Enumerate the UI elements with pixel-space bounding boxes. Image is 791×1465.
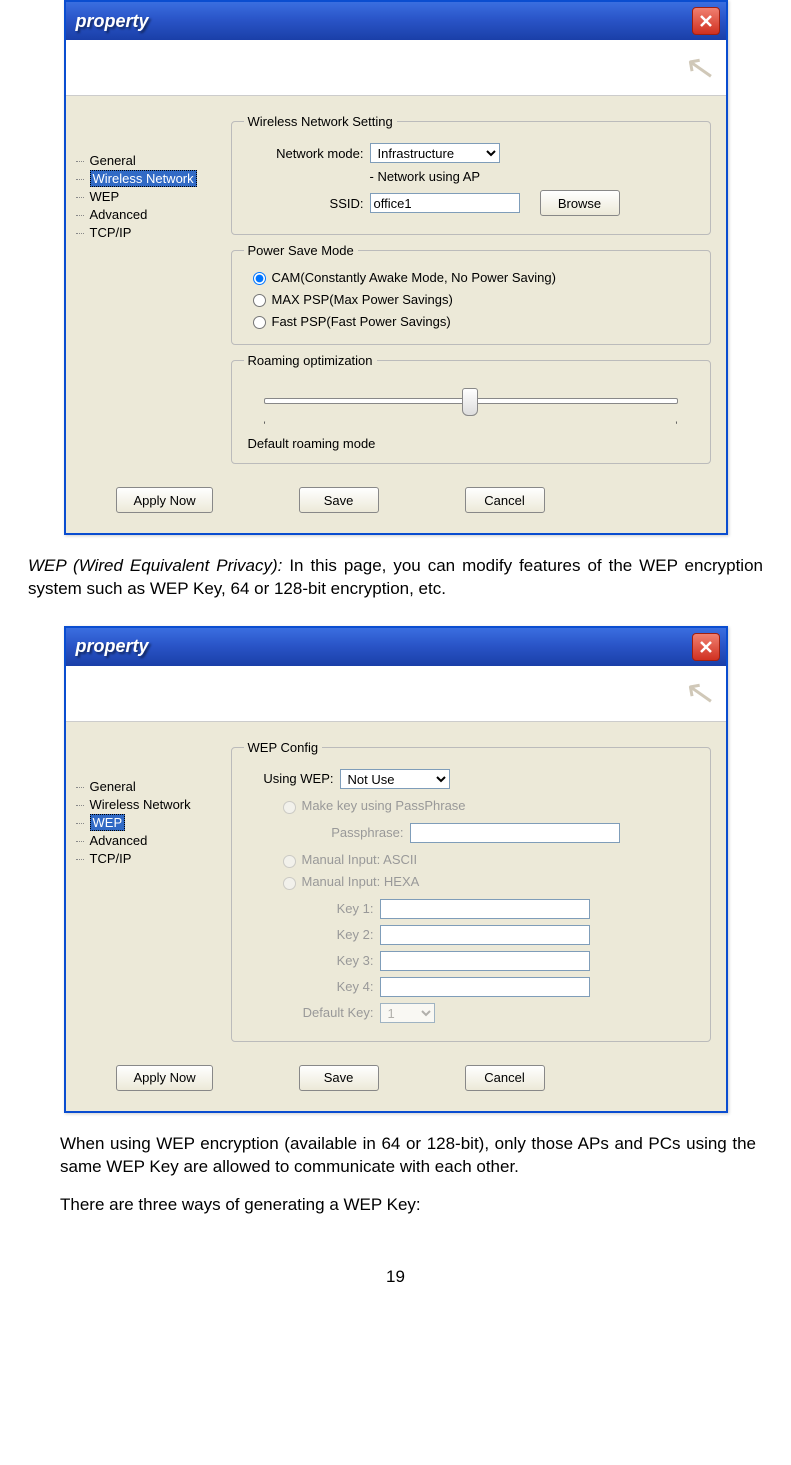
key2-label: Key 2: (244, 927, 374, 942)
tree-item-wep[interactable]: WEP (76, 814, 221, 831)
cursor-icon: ↖ (682, 670, 719, 717)
tree-item-tcpip[interactable]: TCP/IP (76, 224, 221, 241)
default-key-label: Default Key: (244, 1005, 374, 1020)
close-icon (699, 14, 713, 28)
window-title: property (72, 11, 149, 32)
roaming-slider[interactable] (264, 386, 678, 416)
wep-keygen-paragraph: There are three ways of generating a WEP… (60, 1194, 756, 1217)
save-button[interactable]: Save (299, 487, 379, 513)
tree-item-wireless-network[interactable]: Wireless Network (76, 796, 221, 813)
network-mode-label: Network mode: (244, 146, 364, 161)
radio-cam[interactable]: CAM(Constantly Awake Mode, No Power Savi… (244, 266, 698, 288)
tree-item-wep[interactable]: WEP (76, 188, 221, 205)
radio-input (283, 801, 296, 814)
wep-intro-paragraph: WEP (Wired Equivalent Privacy): In this … (28, 555, 763, 601)
slider-thumb[interactable] (462, 388, 478, 416)
tree-label: TCP/IP (90, 225, 132, 240)
passphrase-input (410, 823, 620, 843)
group-legend: Roaming optimization (244, 353, 377, 368)
key4-input (380, 977, 590, 997)
browse-button[interactable]: Browse (540, 190, 620, 216)
property-dialog-wep: property ↖ General Wireless Network WEP … (64, 626, 728, 1113)
tree-item-general[interactable]: General (76, 152, 221, 169)
key3-input (380, 951, 590, 971)
wireless-network-setting-group: Wireless Network Setting Network mode: I… (231, 114, 711, 235)
group-legend: Wireless Network Setting (244, 114, 397, 129)
tree-label: WEP (90, 189, 120, 204)
tree-item-tcpip[interactable]: TCP/IP (76, 850, 221, 867)
tree-item-advanced[interactable]: Advanced (76, 832, 221, 849)
ssid-label: SSID: (244, 196, 364, 211)
cursor-icon: ↖ (682, 44, 719, 91)
wep-config-group: WEP Config Using WEP: Not Use Make key u… (231, 740, 711, 1042)
tree-label: General (90, 153, 136, 168)
cancel-button[interactable]: Cancel (465, 487, 545, 513)
using-wep-label: Using WEP: (244, 771, 334, 786)
close-button[interactable] (692, 7, 720, 35)
radio-label: Fast PSP(Fast Power Savings) (272, 314, 451, 329)
key2-input (380, 925, 590, 945)
tree-item-advanced[interactable]: Advanced (76, 206, 221, 223)
wep-usage-paragraph: When using WEP encryption (available in … (60, 1133, 756, 1179)
key1-input (380, 899, 590, 919)
network-mode-select[interactable]: Infrastructure (370, 143, 500, 163)
cancel-button[interactable]: Cancel (465, 1065, 545, 1091)
close-button[interactable] (692, 633, 720, 661)
roaming-mode-label: Default roaming mode (248, 436, 698, 451)
save-button[interactable]: Save (299, 1065, 379, 1091)
radio-input[interactable] (253, 294, 266, 307)
tree-label: Advanced (90, 207, 148, 222)
window-title: property (72, 636, 149, 657)
radio-label: Make key using PassPhrase (302, 798, 466, 813)
radio-fastpsp[interactable]: Fast PSP(Fast Power Savings) (244, 310, 698, 332)
radio-input[interactable] (253, 316, 266, 329)
radio-label: MAX PSP(Max Power Savings) (272, 292, 453, 307)
tree-label: Wireless Network (90, 170, 197, 187)
radio-manual-ascii: Manual Input: ASCII (274, 849, 698, 871)
header-area: ↖ (66, 40, 726, 96)
passphrase-label: Passphrase: (244, 825, 404, 840)
tree-item-general[interactable]: General (76, 778, 221, 795)
group-legend: WEP Config (244, 740, 323, 755)
key4-label: Key 4: (244, 979, 374, 994)
radio-passphrase: Make key using PassPhrase (274, 795, 698, 817)
tree-label: TCP/IP (90, 851, 132, 866)
header-area: ↖ (66, 666, 726, 722)
tree-label: Advanced (90, 833, 148, 848)
tree-label: Wireless Network (90, 797, 191, 812)
radio-input (283, 877, 296, 890)
radio-input[interactable] (253, 272, 266, 285)
tree-label: WEP (90, 814, 126, 831)
radio-maxpsp[interactable]: MAX PSP(Max Power Savings) (244, 288, 698, 310)
wep-heading: WEP (Wired Equivalent Privacy): (28, 556, 282, 575)
apply-now-button[interactable]: Apply Now (116, 1065, 212, 1091)
key3-label: Key 3: (244, 953, 374, 968)
radio-label: Manual Input: HEXA (302, 874, 420, 889)
titlebar: property (66, 628, 726, 666)
apply-now-button[interactable]: Apply Now (116, 487, 212, 513)
radio-label: Manual Input: ASCII (302, 852, 418, 867)
using-wep-select[interactable]: Not Use (340, 769, 450, 789)
radio-input (283, 855, 296, 868)
key1-label: Key 1: (244, 901, 374, 916)
roaming-optimization-group: Roaming optimization '' Default roaming … (231, 353, 711, 464)
property-dialog-wireless: property ↖ General Wireless Network WEP … (64, 0, 728, 535)
titlebar: property (66, 2, 726, 40)
page-number: 19 (20, 1267, 771, 1287)
group-legend: Power Save Mode (244, 243, 358, 258)
tree-item-wireless-network[interactable]: Wireless Network (76, 170, 221, 187)
close-icon (699, 640, 713, 654)
default-key-select: 1 (380, 1003, 435, 1023)
power-save-mode-group: Power Save Mode CAM(Constantly Awake Mod… (231, 243, 711, 345)
network-ap-note: - Network using AP (370, 169, 481, 184)
nav-tree: General Wireless Network WEP Advanced TC… (66, 96, 221, 533)
radio-label: CAM(Constantly Awake Mode, No Power Savi… (272, 270, 556, 285)
ssid-input[interactable] (370, 193, 520, 213)
tree-label: General (90, 779, 136, 794)
radio-manual-hexa: Manual Input: HEXA (274, 871, 698, 893)
